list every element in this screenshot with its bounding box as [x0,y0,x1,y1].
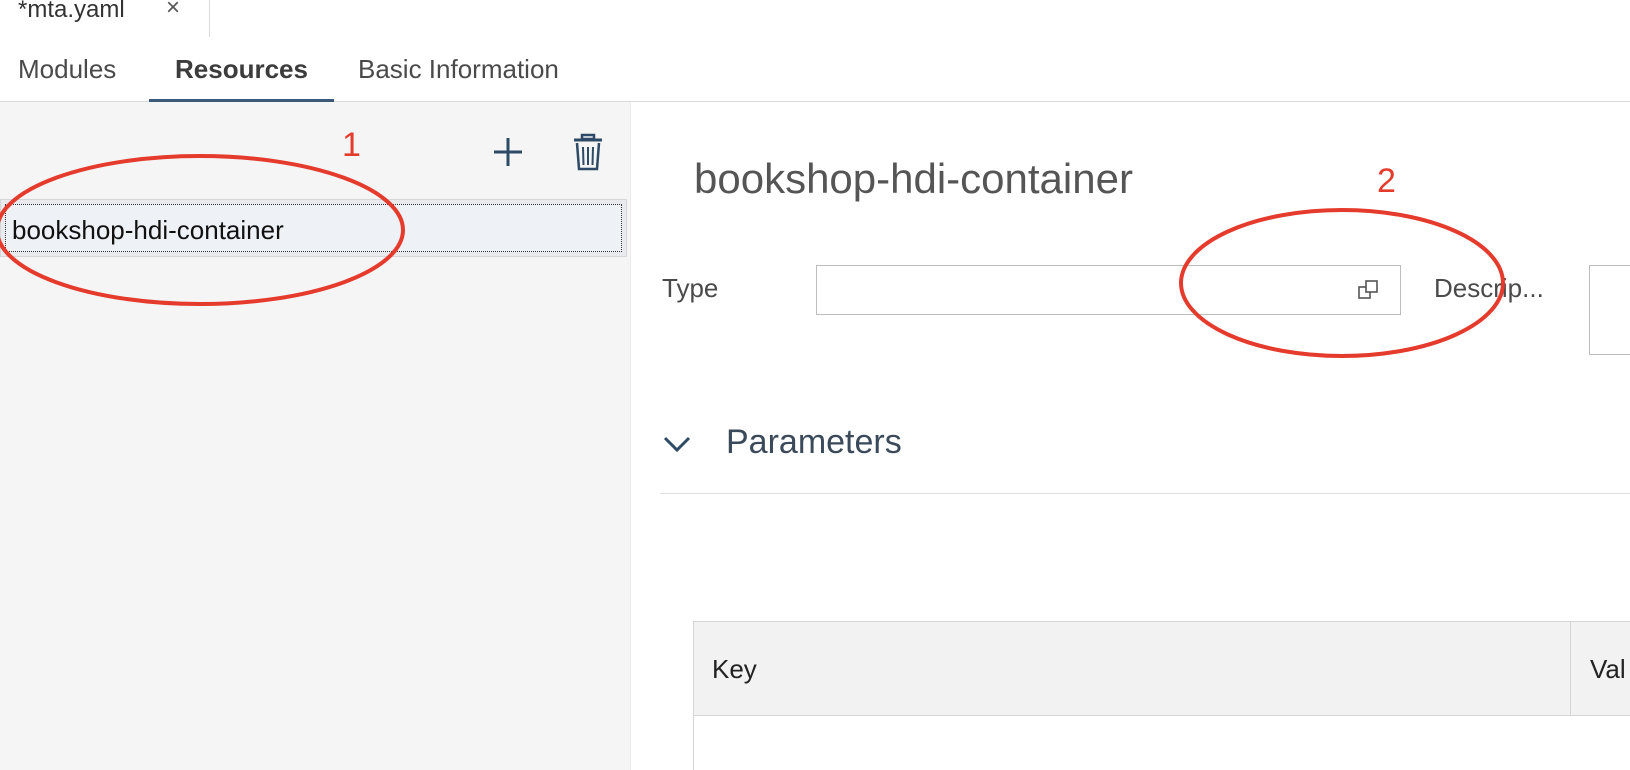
editor-section-tabs: Modules Resources Basic Information [0,37,1630,102]
column-header-value[interactable]: Val [1590,654,1626,685]
file-tab-mta-yaml[interactable]: *mta.yaml × [0,0,210,37]
parameters-title: Parameters [726,423,902,461]
type-input[interactable] [817,266,1349,314]
trash-icon [574,133,602,171]
parameters-section-header[interactable]: Parameters [660,415,1630,494]
table-header-row: Key Val [694,622,1630,716]
description-field[interactable] [1589,265,1630,355]
column-header-key[interactable]: Key [712,654,757,685]
resource-list-panel: bookshop-hdi-container [0,102,631,770]
resource-list-item-label: bookshop-hdi-container [12,215,284,245]
type-field[interactable] [816,265,1401,315]
tab-basic-information[interactable]: Basic Information [358,37,559,101]
tab-resources[interactable]: Resources [149,37,334,102]
resource-title: bookshop-hdi-container [694,155,1133,202]
delete-resource-button[interactable] [568,132,608,172]
mta-editor-window: *mta.yaml × Modules Resources Basic Info… [0,0,1630,770]
file-tab-label: *mta.yaml [18,0,125,23]
tab-modules[interactable]: Modules [18,37,116,101]
description-label: Descrip... [1434,273,1544,303]
column-divider [1570,622,1571,715]
value-help-icon[interactable] [1357,278,1381,302]
focus-outline: bookshop-hdi-container [5,204,622,252]
plus-icon [494,138,522,166]
close-tab-icon[interactable]: × [166,0,180,22]
type-label: Type [662,273,719,303]
resource-list-item[interactable]: bookshop-hdi-container [0,199,627,257]
add-resource-button[interactable] [488,132,528,172]
annotation-marker-2: 2 [1377,162,1396,200]
chevron-down-icon[interactable] [660,427,694,461]
parameters-table: Key Val [693,621,1630,770]
annotation-marker-1: 1 [342,126,361,164]
editor-tab-strip: *mta.yaml × [0,0,1630,38]
